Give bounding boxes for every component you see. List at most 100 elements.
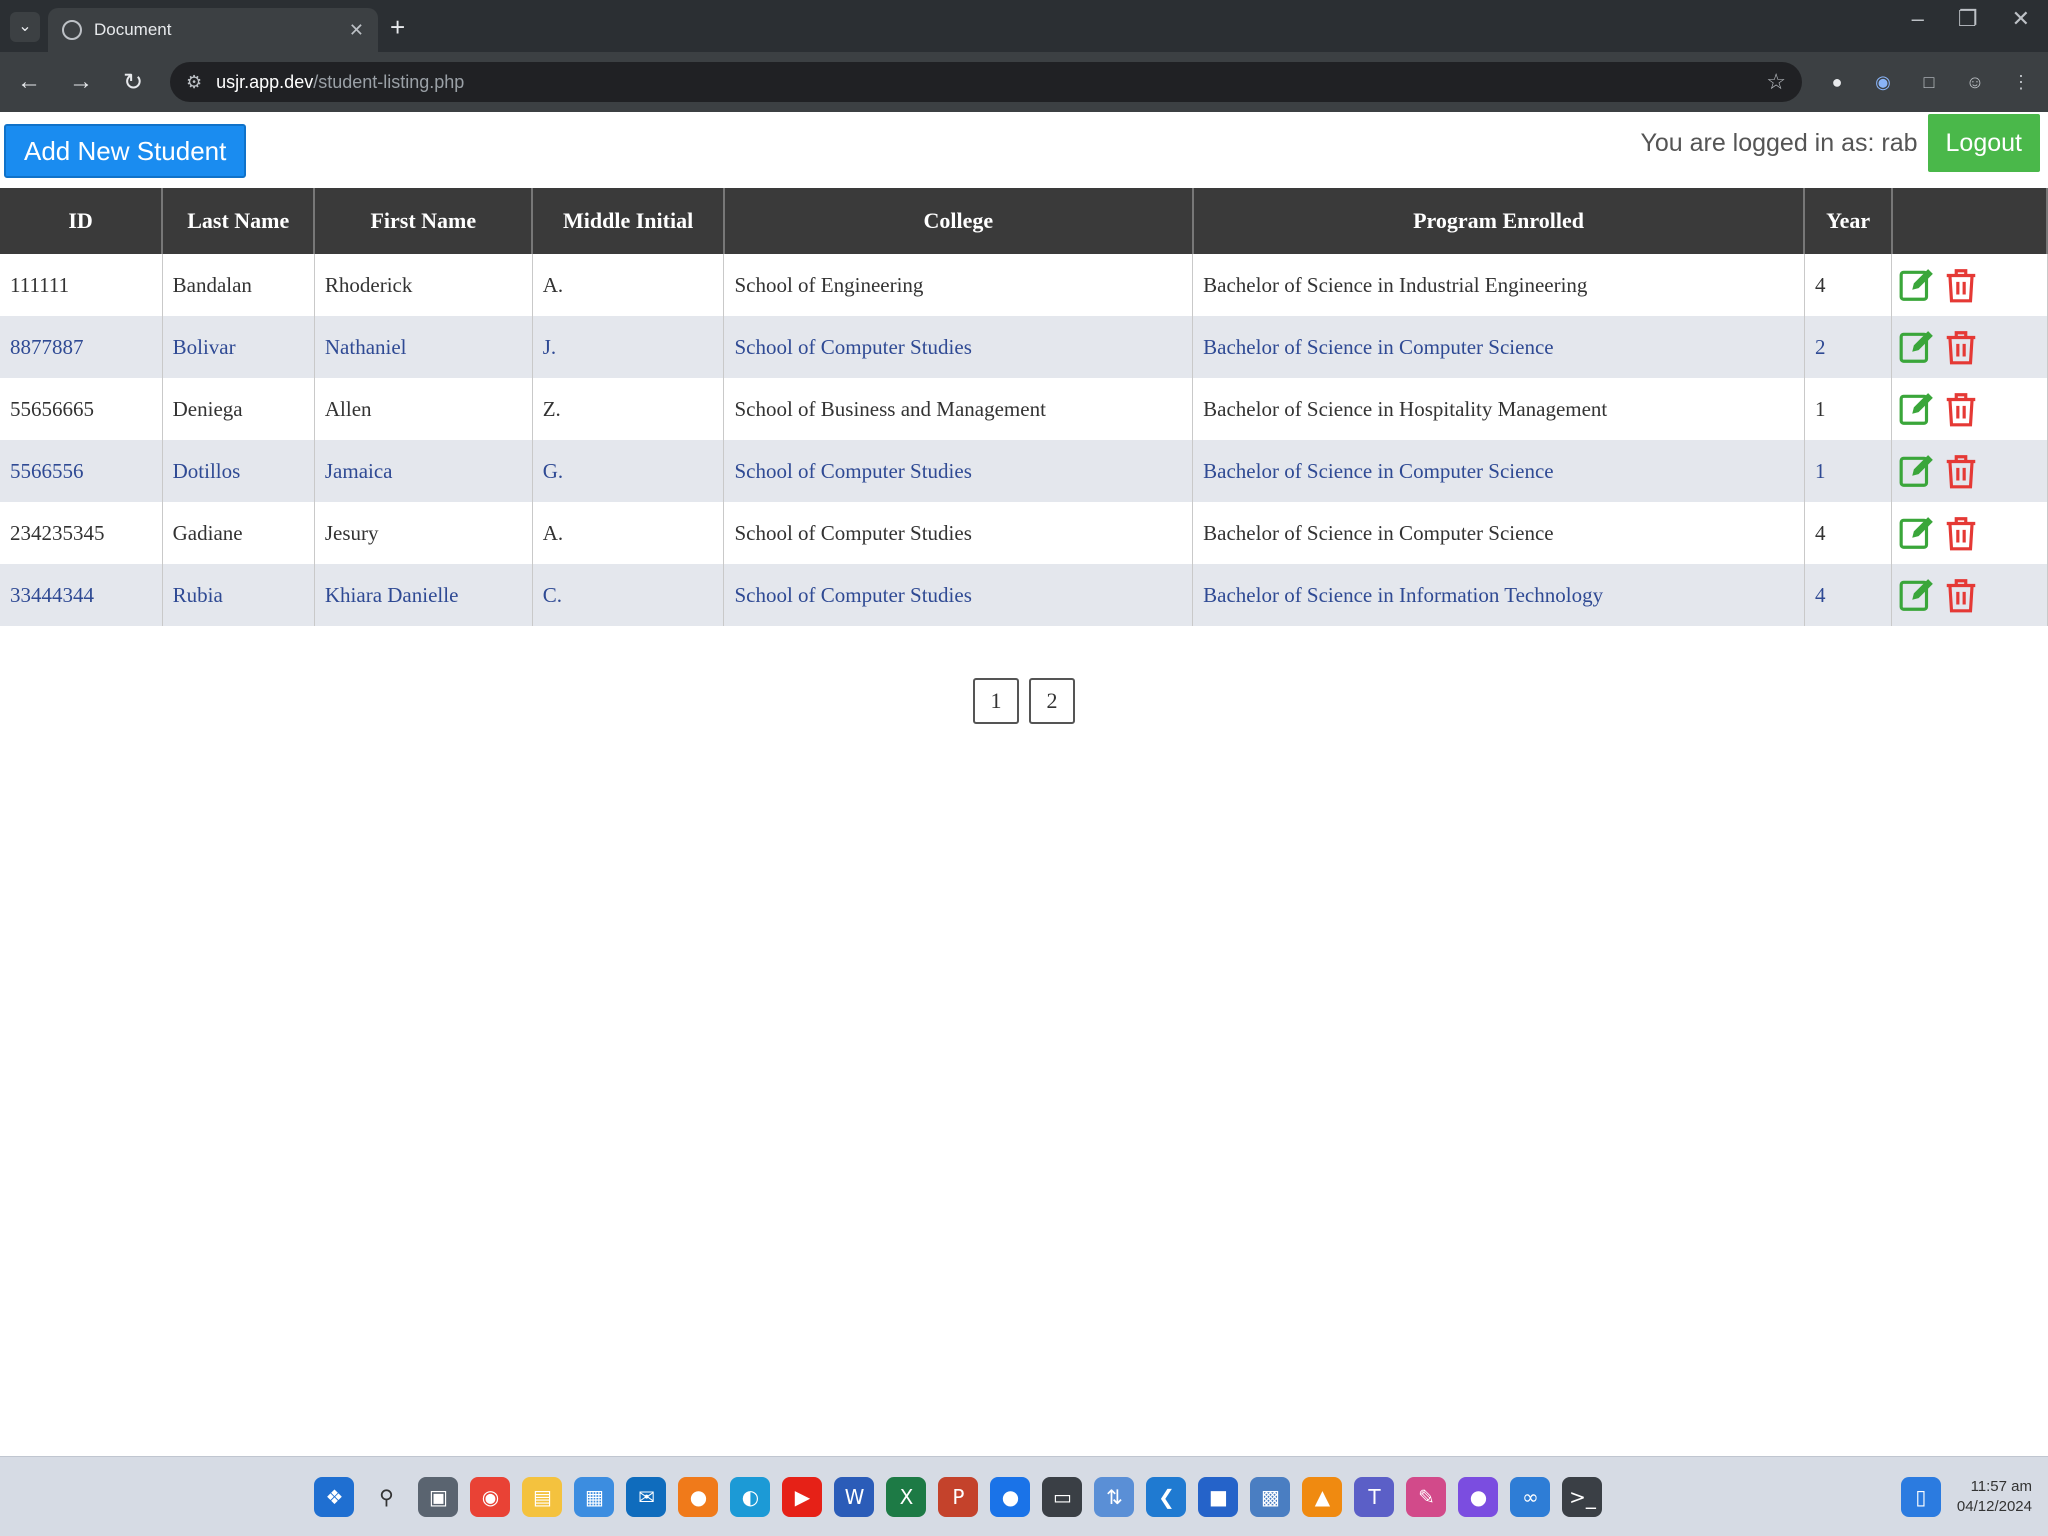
clock-time: 11:57 am: [1970, 1477, 2032, 1495]
word-icon[interactable]: W: [834, 1476, 875, 1517]
edit-icon[interactable]: [1898, 576, 1936, 614]
header-middle-initial[interactable]: Middle Initial: [532, 188, 725, 254]
cell-actions: [1891, 254, 2048, 316]
store-icon[interactable]: ▦: [574, 1476, 615, 1517]
delete-trash-icon[interactable]: [1942, 390, 1980, 428]
tab-search-chevron-icon[interactable]: ⌄: [10, 12, 40, 42]
cell-id: 55656665: [0, 378, 163, 440]
cell-actions: [1891, 378, 2048, 440]
cell-middle-initial: A.: [532, 254, 725, 316]
edit-icon[interactable]: [1898, 266, 1936, 304]
browser-tab[interactable]: Document ✕: [48, 8, 378, 52]
header-actions: [1891, 188, 2048, 254]
cell-first-name: Jamaica: [314, 440, 533, 502]
command-prompt-icon[interactable]: >_: [1562, 1476, 1603, 1517]
reload-icon[interactable]: ↻: [118, 68, 148, 97]
maps-icon[interactable]: ●: [990, 1476, 1031, 1517]
taskbar: ❖ ⚲ ▣ ◉ ▤ ▦ ✉ ● ◐ ▶ W X P ● ▭ ⇅ ❮ ■ ▩ ▲ …: [0, 1456, 2048, 1536]
outlook-icon[interactable]: ✉: [626, 1476, 667, 1517]
delete-trash-icon[interactable]: [1942, 266, 1980, 304]
cell-actions: [1891, 440, 2048, 502]
table-row: 55656665 Deniega Allen Z. School of Business…: [0, 378, 2048, 440]
visual-studio-icon[interactable]: ∞: [1510, 1476, 1551, 1517]
delete-trash-icon[interactable]: [1942, 452, 1980, 490]
cell-college: School of Computer Studies: [723, 316, 1194, 378]
edit-icon[interactable]: [1898, 390, 1936, 428]
edit-icon[interactable]: [1898, 328, 1936, 366]
cell-first-name: Rhoderick: [314, 254, 533, 316]
task-view-icon[interactable]: ▣: [418, 1476, 459, 1517]
network-icon[interactable]: ⇅: [1094, 1476, 1135, 1517]
cell-last-name: Dotillos: [162, 440, 315, 502]
add-new-student-button[interactable]: Add New Student: [4, 124, 247, 178]
firefox-icon[interactable]: ●: [678, 1476, 719, 1517]
vlc-icon[interactable]: ▲: [1302, 1476, 1343, 1517]
logout-button[interactable]: Logout: [1927, 114, 2040, 172]
address-bar[interactable]: ⚙ usjr.app.dev/student-listing.php ☆: [170, 62, 1802, 102]
app-window-icon[interactable]: ■: [1198, 1476, 1239, 1517]
youtube-icon[interactable]: ▶: [782, 1476, 823, 1517]
cell-id: 111111: [0, 254, 163, 316]
cell-actions: [1891, 564, 2048, 626]
restore-icon[interactable]: ❐: [1958, 6, 1978, 32]
url-path: /student-listing.php: [313, 71, 465, 92]
minimize-icon[interactable]: –: [1912, 6, 1924, 32]
header-id[interactable]: ID: [0, 188, 164, 254]
forward-arrow-icon[interactable]: →: [66, 68, 96, 96]
cell-actions: [1891, 502, 2048, 564]
search-icon[interactable]: ⚲: [366, 1477, 406, 1517]
header-college[interactable]: College: [723, 188, 1194, 254]
cell-middle-initial: Z.: [532, 378, 725, 440]
close-window-icon[interactable]: ✕: [2012, 6, 2030, 32]
cell-id: 8877887: [0, 316, 163, 378]
cell-id: 5566556: [0, 440, 163, 502]
header-year[interactable]: Year: [1804, 188, 1893, 254]
page-button[interactable]: 1: [973, 678, 1019, 724]
cell-first-name: Khiara Danielle: [314, 564, 533, 626]
excel-icon[interactable]: X: [886, 1476, 927, 1517]
delete-trash-icon[interactable]: [1942, 576, 1980, 614]
header-first-name[interactable]: First Name: [314, 188, 534, 254]
cell-year: 4: [1804, 502, 1893, 564]
url-host: usjr.app.dev: [216, 71, 314, 92]
page-button[interactable]: 2: [1029, 678, 1075, 724]
bookmark-star-icon[interactable]: ☆: [1766, 69, 1786, 95]
terminal-icon[interactable]: ▭: [1042, 1476, 1083, 1517]
extension-icon[interactable]: ●: [1824, 69, 1850, 95]
extension-icon[interactable]: ◉: [1870, 69, 1896, 95]
teams-icon[interactable]: T: [1354, 1476, 1395, 1517]
cell-program: Bachelor of Science in Hospitality Manag…: [1192, 378, 1805, 440]
site-settings-icon[interactable]: ⚙: [186, 72, 202, 93]
edit-icon[interactable]: [1898, 514, 1936, 552]
edge-icon[interactable]: ◐: [730, 1476, 771, 1517]
puzzle-icon[interactable]: □: [1916, 69, 1942, 95]
header-program[interactable]: Program Enrolled: [1192, 188, 1806, 254]
delete-trash-icon[interactable]: [1942, 514, 1980, 552]
new-tab-icon[interactable]: +: [390, 12, 405, 42]
start-icon[interactable]: ❖: [314, 1476, 355, 1517]
cell-year: 4: [1804, 254, 1893, 316]
vscode-icon[interactable]: ❮: [1146, 1476, 1187, 1517]
pen-icon[interactable]: ✎: [1406, 1476, 1447, 1517]
cell-college: School of Computer Studies: [723, 564, 1194, 626]
window-controls: – ❐ ✕: [1912, 6, 2030, 32]
cell-program: Bachelor of Science in Information Techn…: [1192, 564, 1805, 626]
notification-app-icon[interactable]: ▯: [1900, 1476, 1941, 1517]
browser-toolbar: ← → ↻ ⚙ usjr.app.dev/student-listing.php…: [0, 52, 2048, 112]
back-arrow-icon[interactable]: ←: [14, 68, 44, 96]
table-row: 33444344 Rubia Khiara Danielle C. School of …: [0, 564, 2048, 626]
chrome-icon[interactable]: ◉: [470, 1476, 511, 1517]
cell-college: School of Computer Studies: [723, 440, 1194, 502]
close-tab-icon[interactable]: ✕: [349, 20, 364, 41]
menu-kebab-icon[interactable]: ⋮: [2008, 69, 2034, 95]
delete-trash-icon[interactable]: [1942, 328, 1980, 366]
file-explorer-icon[interactable]: ▤: [522, 1476, 563, 1517]
profile-icon[interactable]: ☺: [1962, 69, 1988, 95]
app-icon[interactable]: ▩: [1250, 1476, 1291, 1517]
clock[interactable]: 11:57 am 04/12/2024: [1957, 1477, 2032, 1517]
header-last-name[interactable]: Last Name: [162, 188, 316, 254]
edit-icon[interactable]: [1898, 452, 1936, 490]
cell-last-name: Gadiane: [162, 502, 315, 564]
messenger-icon[interactable]: ●: [1458, 1476, 1499, 1517]
powerpoint-icon[interactable]: P: [938, 1476, 979, 1517]
